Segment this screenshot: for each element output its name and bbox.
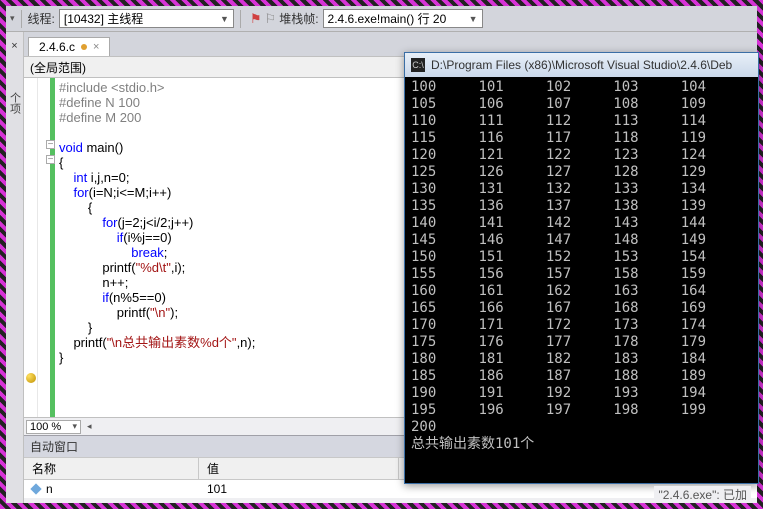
chevron-down-icon: ▼ [469, 14, 478, 24]
tab-file[interactable]: 2.4.6.c × [28, 37, 110, 56]
console-window[interactable]: C:\ D:\Program Files (x86)\Microsoft Vis… [404, 52, 759, 484]
stack-label: 堆栈帧: [279, 10, 318, 27]
modified-dot-icon [81, 44, 87, 50]
stackframe-value: 2.4.6.exe!main() 行 20 [328, 10, 447, 27]
flag-icon[interactable]: ⚑ [250, 11, 262, 27]
zoom-value: 100 % [30, 421, 61, 433]
tab-label: 2.4.6.c [39, 40, 75, 54]
var-name: n [46, 482, 53, 496]
thread-value: [10432] 主线程 [64, 10, 143, 27]
chevron-down-icon: ▼ [220, 14, 229, 24]
scope-text: (全局范围) [30, 59, 86, 76]
status-text: "2.4.6.exe": 已加 [654, 486, 751, 503]
side-label: 个项 [7, 92, 23, 114]
thread-label: 线程: [28, 10, 55, 27]
debug-toolbar: ▾ 线程: [10432] 主线程 ▼ ⚑ ⚐ 堆栈帧: 2.4.6.exe!m… [6, 6, 757, 32]
console-title-text: D:\Program Files (x86)\Microsoft Visual … [431, 58, 732, 72]
outline-column: − − [38, 78, 50, 417]
zoom-field[interactable]: 100 % ▾ [26, 420, 81, 434]
console-titlebar[interactable]: C:\ D:\Program Files (x86)\Microsoft Vis… [405, 53, 758, 77]
gutter [24, 78, 38, 417]
tab-close-icon[interactable]: × [93, 41, 99, 53]
collapse-icon[interactable]: − [46, 140, 55, 149]
collapse-icon[interactable]: − [46, 155, 55, 164]
chevron-down-icon: ▾ [72, 421, 77, 433]
console-icon: C:\ [411, 58, 425, 72]
nav-left-icon[interactable]: ◂ [87, 421, 92, 432]
side-panel: × 个项 [6, 32, 24, 503]
console-output: 100 101 102 103 104 105 106 107 108 109 … [405, 77, 758, 483]
thread-selector[interactable]: [10432] 主线程 ▼ [59, 9, 234, 28]
col-name[interactable]: 名称 [24, 458, 199, 479]
flag-outline-icon[interactable]: ⚐ [265, 11, 277, 27]
variable-icon [30, 483, 41, 494]
close-icon[interactable]: × [11, 40, 17, 52]
breakpoint-icon[interactable] [26, 373, 36, 383]
var-value: 101 [199, 480, 399, 498]
toolbar-arrow-icon[interactable]: ▾ [10, 13, 15, 24]
col-value[interactable]: 值 [199, 458, 399, 479]
stackframe-selector[interactable]: 2.4.6.exe!main() 行 20 ▼ [323, 9, 483, 28]
